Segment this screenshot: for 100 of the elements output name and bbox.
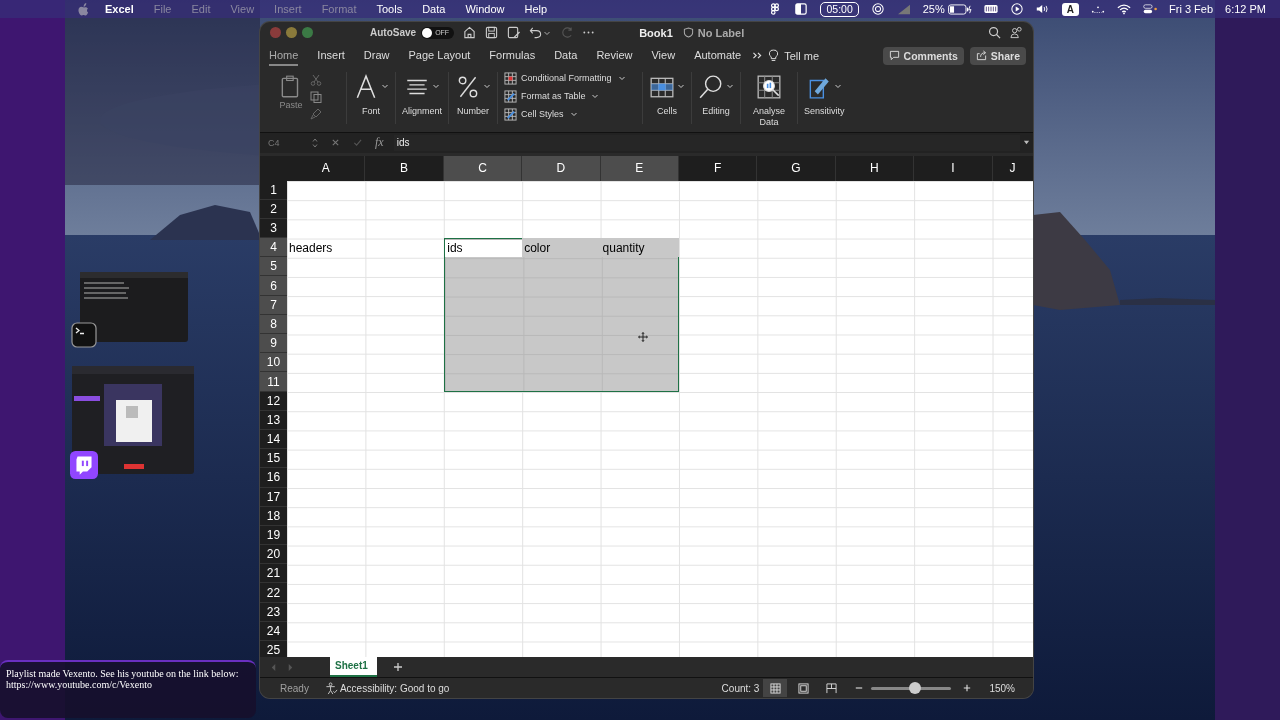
ribbon-tab[interactable]: Home: [269, 45, 299, 66]
alignment-button[interactable]: Alignment: [402, 71, 443, 117]
row-header[interactable]: 9: [260, 334, 287, 354]
control-center-icon[interactable]: [1143, 3, 1157, 15]
keyboard-icon[interactable]: [983, 3, 998, 15]
formula-field[interactable]: ids: [393, 134, 1020, 151]
row-header[interactable]: 22: [260, 583, 287, 603]
share-button[interactable]: Share: [969, 46, 1026, 65]
stepper-icon[interactable]: [312, 136, 318, 149]
column-header[interactable]: D: [522, 155, 601, 181]
play-icon[interactable]: [1009, 3, 1024, 15]
ribbon-tab[interactable]: Data: [554, 45, 578, 66]
chevron-icon[interactable]: [752, 51, 764, 61]
apple-icon[interactable]: [78, 2, 89, 16]
ribbon-tab[interactable]: View: [651, 45, 676, 66]
zoom-percentage[interactable]: 150%: [989, 682, 1015, 694]
normal-view-button[interactable]: [763, 679, 788, 698]
table-cell[interactable]: headers: [287, 238, 366, 258]
accessibility-status[interactable]: Accessibility: Good to go: [339, 682, 450, 694]
column-header[interactable]: C: [443, 155, 523, 181]
sidebar-icon[interactable]: [794, 3, 809, 15]
search-icon[interactable]: [988, 26, 1001, 40]
row-header[interactable]: 4: [260, 238, 287, 258]
menu-item[interactable]: Help: [524, 3, 548, 15]
row-header[interactable]: 11: [260, 372, 287, 392]
checkmark-icon[interactable]: [353, 138, 362, 148]
minimize-button[interactable]: [286, 27, 297, 39]
wifi-icon[interactable]: [1117, 3, 1131, 15]
column-header[interactable]: F: [678, 155, 758, 181]
home-icon[interactable]: [463, 26, 477, 40]
ribbon-tab[interactable]: Draw: [363, 45, 390, 66]
undo-icon[interactable]: [529, 26, 543, 40]
row-header[interactable]: 21: [260, 564, 287, 584]
editing-button[interactable]: Editing: [698, 71, 735, 117]
input-source-indicator[interactable]: A: [1061, 2, 1079, 16]
people-icon[interactable]: [1010, 26, 1023, 40]
window-thumbnail[interactable]: [80, 272, 188, 342]
column-header[interactable]: B: [365, 155, 444, 181]
sensitivity-button[interactable]: Sensitivity: [804, 71, 845, 117]
volume-icon[interactable]: [1035, 3, 1050, 15]
window-title: Book1: [639, 26, 673, 39]
cells-button[interactable]: Cells: [649, 71, 686, 117]
save-as-icon[interactable]: [507, 26, 521, 40]
shield-icon[interactable]: [682, 27, 694, 39]
ribbon-tab[interactable]: Review: [596, 45, 633, 66]
ribbon-tab[interactable]: Formulas: [489, 45, 536, 66]
ribbon-tab[interactable]: Page Layout: [408, 45, 471, 66]
record-icon[interactable]: [870, 3, 885, 15]
timer-display[interactable]: 05:00: [820, 1, 859, 17]
row-header[interactable]: 10: [260, 353, 287, 373]
table-cell[interactable]: color: [522, 238, 601, 258]
slider-thumb[interactable]: [909, 682, 922, 695]
save-icon[interactable]: [485, 26, 499, 40]
table-cell[interactable]: quantity: [600, 238, 679, 258]
row-header[interactable]: 6: [260, 276, 287, 296]
ribbon-menu-button[interactable]: Conditional Formatting: [504, 71, 626, 85]
battery-icon[interactable]: [947, 3, 972, 15]
column-header[interactable]: E: [600, 155, 679, 181]
menu-item[interactable]: Excel: [105, 3, 134, 15]
column-header[interactable]: J: [992, 155, 1033, 181]
sheet-tab[interactable]: Sheet1: [330, 657, 377, 678]
add-sheet-icon[interactable]: [392, 662, 403, 673]
menu-item[interactable]: Data: [422, 3, 446, 15]
window-thumbnail[interactable]: [72, 366, 194, 474]
row-header[interactable]: 20: [260, 545, 287, 565]
ribbon-menu-button[interactable]: Format as Table: [504, 89, 600, 103]
font-button[interactable]: Font: [353, 71, 389, 117]
terminal-icon[interactable]: [70, 322, 98, 348]
row-header[interactable]: 15: [260, 449, 287, 469]
ribbon-tab[interactable]: Insert: [317, 45, 345, 66]
sensitivity-label[interactable]: No Label: [697, 26, 745, 39]
zoom-in-icon[interactable]: [963, 684, 972, 693]
row-header[interactable]: 25: [260, 641, 287, 658]
tell-me-search[interactable]: Tell me: [784, 49, 820, 62]
menu-item[interactable]: View: [230, 3, 255, 15]
column-header[interactable]: G: [757, 155, 836, 181]
caption-link[interactable]: https://www.youtube.com/c/Vexento: [6, 679, 250, 690]
copy-icon[interactable]: [310, 90, 322, 103]
column-header[interactable]: H: [835, 155, 915, 181]
menu-item[interactable]: Tools: [376, 3, 403, 15]
insert-function-button[interactable]: fx: [375, 135, 384, 151]
zoom-button[interactable]: [302, 27, 313, 39]
analyse-data-button[interactable]: Analyse Data: [747, 71, 792, 128]
name-box[interactable]: C4: [268, 137, 312, 148]
expand-icon[interactable]: [1023, 139, 1030, 147]
menu-bar-date[interactable]: Fri 3 Feb: [1169, 3, 1214, 15]
menu-bar-clock[interactable]: 6:12 PM: [1225, 3, 1266, 15]
row-header[interactable]: 16: [260, 468, 287, 488]
chat-bubble-icon[interactable]: [70, 451, 98, 479]
column-header[interactable]: A: [287, 155, 366, 181]
accessibility-icon[interactable]: [324, 681, 338, 695]
ribbon-menu-button[interactable]: Cell Styles: [504, 107, 578, 121]
number-button[interactable]: Number: [455, 71, 492, 117]
menu-item[interactable]: Window: [465, 3, 505, 15]
column-header[interactable]: I: [914, 155, 993, 181]
brush-icon[interactable]: [310, 107, 322, 120]
ribbon-tab[interactable]: Automate: [694, 45, 742, 66]
cancel-icon[interactable]: [331, 138, 340, 148]
row-header[interactable]: 5: [260, 257, 287, 277]
comments-button[interactable]: Comments: [882, 46, 964, 65]
